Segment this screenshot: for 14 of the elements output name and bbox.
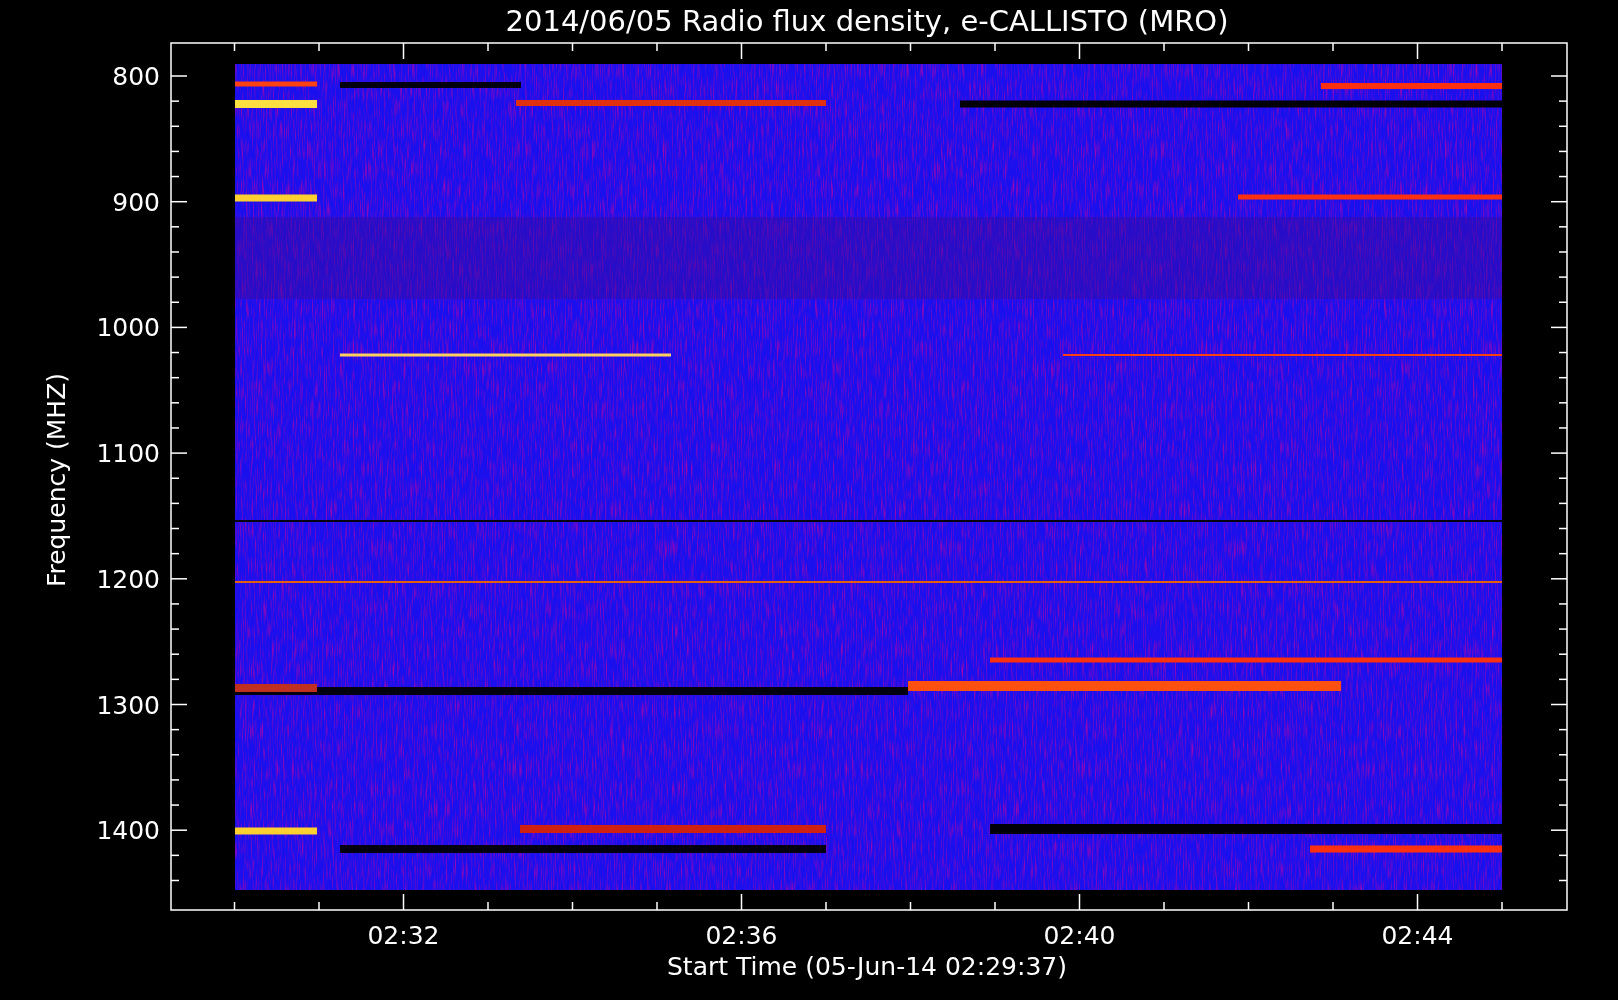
tick-label: 900 bbox=[112, 187, 160, 217]
tick-label: 02:36 bbox=[705, 921, 778, 950]
axis-label: Frequency (MHZ) bbox=[42, 372, 71, 588]
tick-label: 1200 bbox=[96, 564, 160, 594]
tick-label: 1000 bbox=[96, 313, 160, 343]
tick-label: 02:32 bbox=[367, 921, 440, 950]
tick-label: 02:44 bbox=[1381, 921, 1454, 950]
tick-label: 1300 bbox=[96, 690, 160, 720]
tick-label: 1100 bbox=[96, 439, 160, 469]
tick-label: 800 bbox=[112, 62, 160, 91]
tick-label: 1400 bbox=[96, 816, 160, 846]
tick-label: 02:40 bbox=[1043, 921, 1116, 950]
axis-label: Start Time (05-Jun-14 02:29:37) bbox=[667, 952, 1067, 981]
chart-title: 2014/06/05 Radio flux density, e-CALLISTO (MRO) bbox=[505, 4, 1229, 38]
